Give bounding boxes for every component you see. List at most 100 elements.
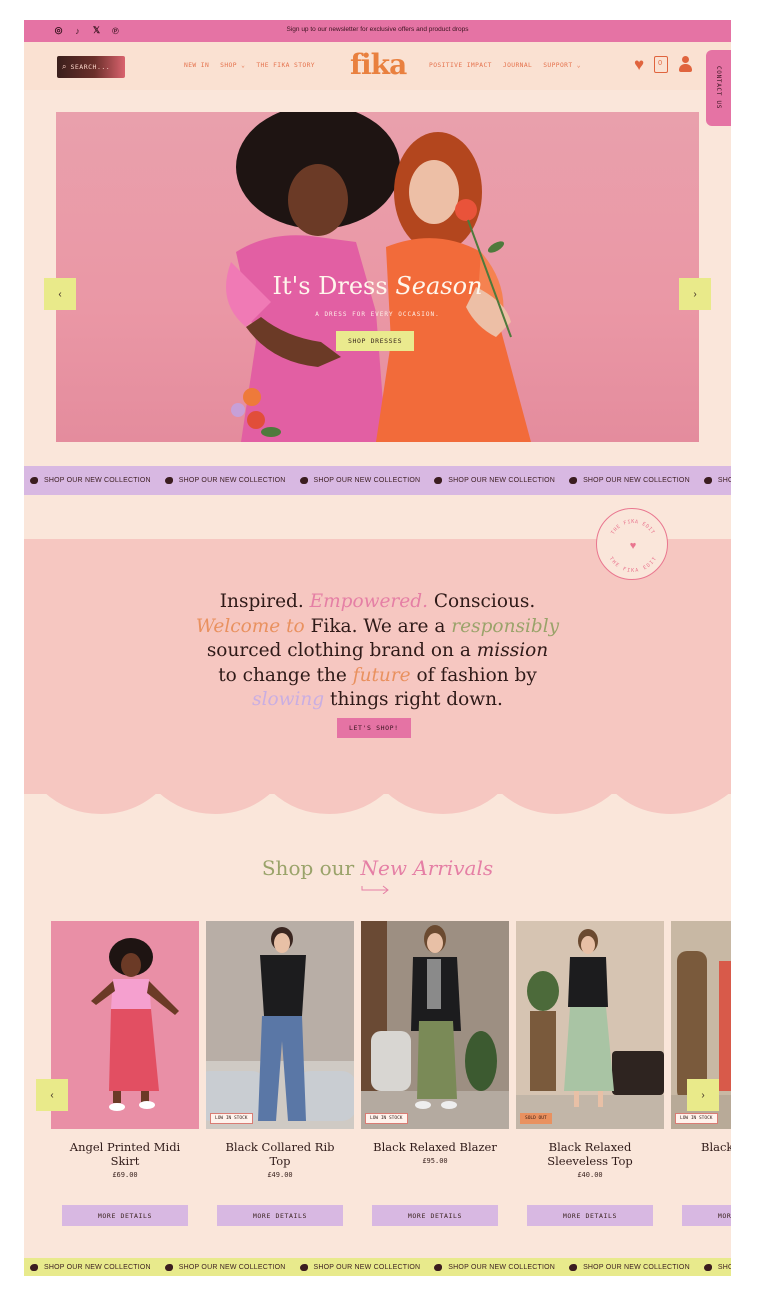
product-name[interactable]: Black Relaxed Sleeveless Top [516,1140,664,1168]
scallop-edge [24,772,731,814]
nav-shop[interactable]: SHOP ⌄ [220,62,245,69]
more-details-button[interactable]: MORE DETAILS [372,1205,498,1226]
mission-l1b: Empowered. [309,591,428,612]
nav-journal[interactable]: JOURNAL [503,62,532,69]
hero-prev-button[interactable]: ‹ [44,278,76,310]
marquee-label: SHOP OUR NEW COLLECTION [178,1263,286,1271]
main-nav-right: POSITIVE IMPACT JOURNAL SUPPORT ⌄ [429,62,581,69]
blob-icon [299,477,308,484]
hero-title: It's Dress Season [56,272,699,300]
marquee-label: SHOP OUR NEW COLLECTION [44,477,151,484]
marquee-item: SHOP OUR NEW COLLECTION [164,1263,286,1271]
hero-next-button[interactable]: › [679,278,711,310]
site-frame: ◎ ♪ 𝕏 ℗ Sign up to our newsletter for ex… [24,20,731,1276]
more-details-button[interactable]: MORE DETAILS [62,1205,188,1226]
product-image[interactable]: SOLD OUT [516,921,664,1129]
stock-tag: SOLD OUT [520,1113,552,1124]
account-user-icon[interactable] [678,56,693,73]
nav-support[interactable]: SUPPORT ⌄ [543,62,581,69]
nav-fika-story[interactable]: THE FIKA STORY [256,62,315,69]
products-prev-button[interactable]: ‹ [36,1079,68,1111]
product-card[interactable]: SOLD OUT Black Relaxed Sleeveless Top £4… [516,921,664,1226]
products-next-button[interactable]: › [687,1079,719,1111]
mission-l4a: to change the [218,664,353,686]
blob-icon [30,477,38,484]
search-placeholder: SEARCH... [70,63,111,71]
marquee-item: SHOP OUR NEW COLLECTION [164,477,286,484]
search-input[interactable]: ⌕ SEARCH... [57,56,125,78]
nav-new-in[interactable]: NEW IN [184,62,209,69]
mission-l2b: Fika. We are a [304,615,452,637]
mission-line-2: Welcome to Fika. We are a responsibly [24,615,731,640]
wishlist-heart-icon[interactable]: ♥ [634,56,644,73]
product-name[interactable]: Angel Printed Midi Skirt [51,1140,199,1168]
more-details-button[interactable]: MORE DETAILS [682,1205,731,1226]
product-card[interactable]: Angel Printed Midi Skirt £69.00 MORE DET… [51,921,199,1226]
mission-l2a: Welcome to [195,615,305,637]
product-card[interactable]: LOW IN STOCK Black MORE DETAILS [671,921,731,1226]
marquee-label: SHOP OUR NEW COLLECTION [717,1263,731,1271]
chevron-left-icon: ‹ [58,288,62,300]
marquee-item: SHOP OUR NEW COLLECTION [703,477,731,484]
product-price: £49.00 [267,1171,293,1179]
mission-l3b: mission [476,640,549,661]
hero-title-plain: It's Dress [272,272,388,300]
product-photo [516,929,664,1129]
product-image[interactable]: LOW IN STOCK [361,921,509,1129]
blob-icon [30,1263,38,1271]
blob-icon [164,1263,173,1271]
blob-icon [164,477,173,484]
lets-shop-button[interactable]: LET'S SHOP! [337,718,411,738]
stock-tag: LOW IN STOCK [210,1113,253,1124]
marquee-item: SHOP OUR NEW COLLECTION [30,1263,151,1271]
shopping-bag-icon[interactable]: 0 [654,56,669,73]
shop-dresses-button[interactable]: SHOP DRESSES [336,331,415,351]
newsletter-promo[interactable]: Sign up to our newsletter for exclusive … [24,26,731,33]
mission-l1a: Inspired. [219,591,310,612]
fika-edit-badge[interactable]: THE FIKA EDIT THE FIKA EDIT ♥ [596,508,668,580]
product-image[interactable] [51,921,199,1129]
marquee-item: SHOP OUR NEW COLLECTION [30,477,151,484]
chevron-left-icon: ‹ [50,1089,54,1101]
blob-icon [703,1263,712,1271]
header-actions: ♥ 0 [634,56,693,73]
more-details-button[interactable]: MORE DETAILS [527,1205,653,1226]
mission-statement: Inspired. Empowered. Conscious. Welcome … [24,590,731,713]
svg-text:THE FIKA EDIT: THE FIKA EDIT [610,519,656,536]
marquee-item: SHOP OUR NEW COLLECTION [569,1263,690,1271]
search-icon: ⌕ [62,62,67,71]
marquee-label: SHOP OUR NEW COLLECTION [313,477,421,484]
stock-tag: LOW IN STOCK [365,1113,408,1124]
mission-l2c: responsibly [451,615,560,637]
site-logo[interactable]: fika [350,48,407,81]
product-name[interactable]: Black Collared Rib Top [206,1140,354,1168]
blob-icon [434,477,443,484]
product-card[interactable]: LOW IN STOCK Black Collared Rib Top £49.… [206,921,354,1226]
bag-count: 0 [658,60,662,67]
marquee-item: SHOP OUR NEW COLLECTION [434,1263,555,1271]
blob-icon [703,477,712,484]
nav-positive-impact[interactable]: POSITIVE IMPACT [429,62,492,69]
site-header: ⌕ SEARCH... NEW IN SHOP ⌄ THE FIKA STORY… [24,42,731,90]
hero-subtitle: A DRESS FOR EVERY OCCASION. [315,311,440,318]
blob-icon [569,477,578,484]
badge-text-bottom: THE FIKA EDIT [608,556,658,574]
more-details-button[interactable]: MORE DETAILS [217,1205,343,1226]
product-card[interactable]: LOW IN STOCK Black Relaxed Blazer £95.00… [361,921,509,1226]
product-image[interactable]: LOW IN STOCK [206,921,354,1129]
mission-l5b: things right down. [324,689,503,710]
mission-line-5: slowing things right down. [24,688,731,713]
collection-marquee[interactable]: SHOP OUR NEW COLLECTION SHOP OUR NEW COL… [24,466,731,495]
contact-us-label: CONTACT US [715,66,722,110]
collection-marquee-bottom[interactable]: SHOP OUR NEW COLLECTION SHOP OUR NEW COL… [24,1258,731,1276]
marquee-item: SHOP OUR NEW COLLECTION [299,477,421,484]
product-name[interactable]: Black [671,1140,731,1154]
contact-us-tab[interactable]: CONTACT US [706,50,731,126]
blob-icon [299,1263,308,1271]
marquee-item: SHOP OUR NEW COLLECTION [703,1263,731,1271]
stock-tag: LOW IN STOCK [675,1113,718,1124]
product-price: £69.00 [112,1171,138,1179]
na-title-plain: Shop our [261,856,361,880]
product-name[interactable]: Black Relaxed Blazer [361,1140,509,1154]
mission-l5a: slowing [252,689,325,710]
